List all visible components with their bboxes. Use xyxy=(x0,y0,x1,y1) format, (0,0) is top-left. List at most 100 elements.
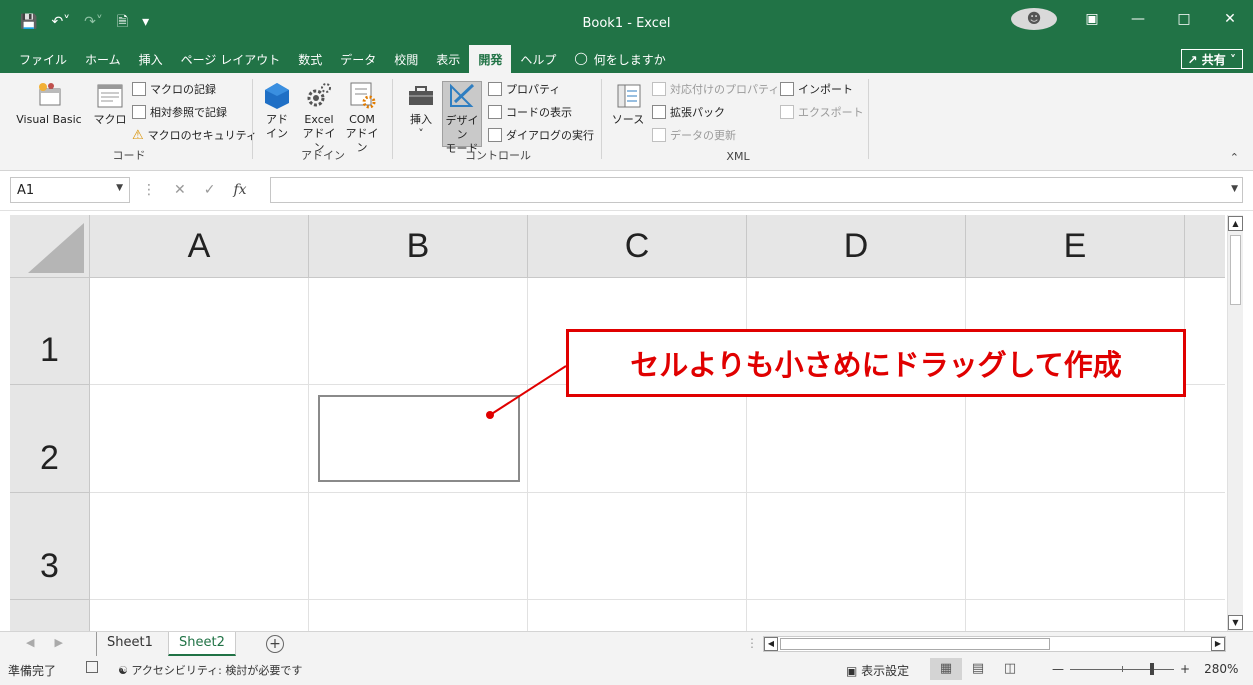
minimize-icon[interactable]: — xyxy=(1115,11,1161,27)
grid-cell[interactable] xyxy=(90,600,309,631)
tab-insert[interactable]: 挿入 xyxy=(130,45,172,73)
map-properties-button[interactable]: 対応付けのプロパティ xyxy=(652,79,779,99)
tab-help[interactable]: ヘルプ xyxy=(511,45,565,73)
close-icon[interactable]: ✕ xyxy=(1207,11,1253,27)
grid-cell[interactable] xyxy=(309,493,528,600)
column-header-f[interactable] xyxy=(1185,215,1225,278)
tab-page-layout[interactable]: ページ レイアウト xyxy=(172,45,290,73)
zoom-in-icon[interactable]: + xyxy=(1180,662,1190,676)
sheet-tab-sheet1[interactable]: Sheet1 xyxy=(96,632,163,656)
grid-cell[interactable] xyxy=(747,493,966,600)
enter-icon[interactable]: ✓ xyxy=(204,182,216,198)
com-addins-button[interactable]: COM アドイン xyxy=(342,81,382,155)
scroll-up-icon[interactable]: ▲ xyxy=(1228,216,1243,231)
tab-home[interactable]: ホーム xyxy=(76,45,130,73)
refresh-data-button[interactable]: データの更新 xyxy=(652,125,736,145)
row-header-2[interactable]: 2 xyxy=(10,385,90,493)
tab-developer[interactable]: 開発 xyxy=(469,45,512,73)
tell-me-search[interactable]: ◯ 何をしますか xyxy=(565,45,674,73)
horizontal-scroll-thumb[interactable] xyxy=(780,638,1050,650)
grid-cell[interactable] xyxy=(966,600,1185,631)
split-handle-icon[interactable]: ⋮ xyxy=(746,636,758,650)
worksheet-grid[interactable]: A B C D E 1 2 3 xyxy=(10,215,1225,631)
relative-reference-button[interactable]: 相対参照で記録 xyxy=(132,102,227,122)
properties-button[interactable]: プロパティ xyxy=(488,79,560,99)
column-header-c[interactable]: C xyxy=(528,215,747,278)
vertical-scrollbar[interactable]: ▲ ▼ xyxy=(1227,215,1243,631)
vertical-scroll-thumb[interactable] xyxy=(1230,235,1241,305)
grid-cell[interactable] xyxy=(90,385,309,493)
view-code-button[interactable]: コードの表示 xyxy=(488,102,572,122)
record-macro-button[interactable]: マクロの記録 xyxy=(132,79,216,99)
grid-cell[interactable] xyxy=(528,385,747,493)
tab-formulas[interactable]: 数式 xyxy=(289,45,331,73)
grid-cell[interactable] xyxy=(747,600,966,631)
page-layout-view-icon[interactable]: ▤ xyxy=(962,658,994,680)
zoom-level[interactable]: 280% xyxy=(1204,662,1238,676)
column-header-d[interactable]: D xyxy=(747,215,966,278)
account-avatar-icon[interactable]: ☻ xyxy=(1011,8,1057,30)
grid-cell[interactable] xyxy=(90,278,309,385)
scroll-down-icon[interactable]: ▼ xyxy=(1228,615,1243,630)
next-sheet-icon[interactable]: ▶ xyxy=(54,636,62,649)
display-settings-button[interactable]: ▣ 表示設定 xyxy=(846,662,909,679)
column-header-b[interactable]: B xyxy=(309,215,528,278)
macro-security-button[interactable]: ⚠ マクロのセキュリティ xyxy=(132,125,257,145)
tab-review[interactable]: 校閲 xyxy=(385,45,427,73)
row-header-1[interactable]: 1 xyxy=(10,278,90,385)
addins-button[interactable]: アド イン xyxy=(262,81,292,141)
zoom-slider[interactable] xyxy=(1070,662,1174,675)
cancel-icon[interactable]: ✕ xyxy=(174,182,186,198)
ribbon-display-icon[interactable]: ▣ xyxy=(1069,11,1115,27)
run-dialog-button[interactable]: ダイアログの実行 xyxy=(488,125,594,145)
select-all-corner[interactable] xyxy=(10,215,90,278)
tab-view[interactable]: 表示 xyxy=(427,45,469,73)
expansion-packs-button[interactable]: 拡張パック xyxy=(652,102,725,122)
macro-button[interactable]: マクロ xyxy=(92,81,128,127)
xml-source-button[interactable]: ソース xyxy=(610,81,646,127)
prev-sheet-icon[interactable]: ◀ xyxy=(26,636,34,649)
grid-cell[interactable] xyxy=(966,493,1185,600)
macro-recording-icon[interactable] xyxy=(86,661,98,673)
grid-cell[interactable] xyxy=(966,385,1185,493)
design-mode-button[interactable]: デザイン モード xyxy=(442,81,482,155)
row-header-4[interactable] xyxy=(10,600,90,631)
insert-control-button[interactable]: 挿入 ˅ xyxy=(404,81,438,141)
collapse-ribbon-icon[interactable]: ⌃ xyxy=(1230,151,1239,164)
import-button[interactable]: インポート xyxy=(780,79,853,99)
column-header-a[interactable]: A xyxy=(90,215,309,278)
add-sheet-icon[interactable]: + xyxy=(266,635,284,653)
grid-cell[interactable] xyxy=(309,600,528,631)
expand-formula-icon[interactable]: ▼ xyxy=(1231,184,1238,194)
grid-cell[interactable] xyxy=(1185,278,1225,385)
row-header-3[interactable]: 3 xyxy=(10,493,90,600)
grid-cell[interactable] xyxy=(90,493,309,600)
scroll-right-icon[interactable]: ▶ xyxy=(1211,637,1225,651)
column-header-e[interactable]: E xyxy=(966,215,1185,278)
grid-cell[interactable] xyxy=(1185,493,1225,600)
grid-cell[interactable] xyxy=(1185,385,1225,493)
drawn-control-rectangle[interactable] xyxy=(318,395,520,482)
maximize-icon[interactable]: □ xyxy=(1161,11,1207,27)
page-break-view-icon[interactable]: ◫ xyxy=(994,658,1026,680)
grid-cell[interactable] xyxy=(528,493,747,600)
horizontal-scrollbar[interactable]: ◀ ▶ xyxy=(763,636,1226,652)
grid-cell[interactable] xyxy=(309,278,528,385)
tab-file[interactable]: ファイル xyxy=(10,45,76,73)
chevron-down-icon[interactable]: ▼ xyxy=(116,183,123,193)
normal-view-icon[interactable]: ▦ xyxy=(930,658,962,680)
scroll-left-icon[interactable]: ◀ xyxy=(764,637,778,651)
name-box[interactable]: A1 ▼ xyxy=(10,177,130,203)
formula-input[interactable]: ▼ xyxy=(270,177,1243,203)
accessibility-status[interactable]: ☯ アクセシビリティ: 検討が必要です xyxy=(118,662,302,678)
zoom-out-icon[interactable]: — xyxy=(1052,662,1064,676)
share-button[interactable]: ↗ 共有 ˅ xyxy=(1180,49,1243,69)
visual-basic-button[interactable]: Visual Basic xyxy=(8,81,90,127)
grid-cell[interactable] xyxy=(528,600,747,631)
tab-data[interactable]: データ xyxy=(331,45,385,73)
grid-cell[interactable] xyxy=(747,385,966,493)
insert-function-icon[interactable]: fx xyxy=(233,182,246,198)
export-button[interactable]: エクスポート xyxy=(780,102,864,122)
sheet-tab-sheet2[interactable]: Sheet2 xyxy=(168,632,236,656)
excel-addins-button[interactable]: Excel アドイン xyxy=(300,81,338,155)
